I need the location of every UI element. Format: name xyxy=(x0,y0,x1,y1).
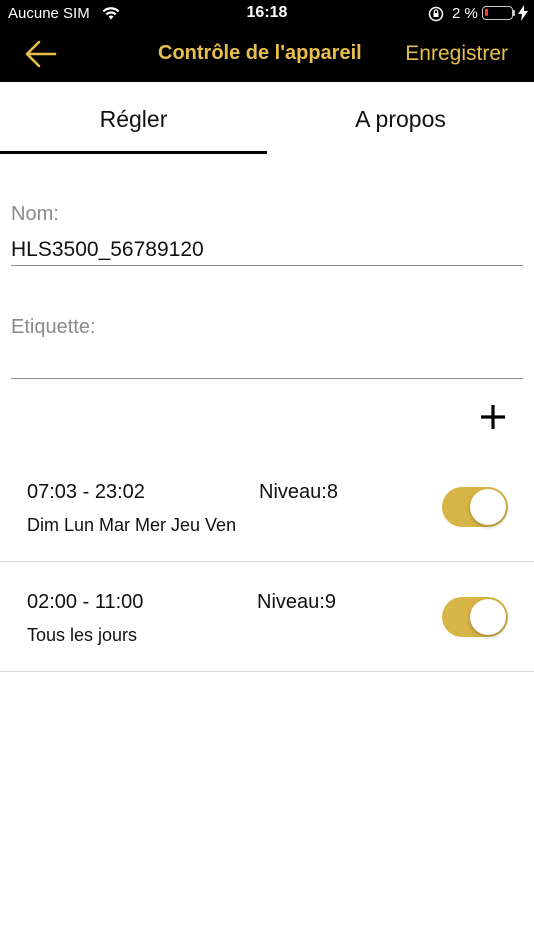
battery-icon xyxy=(482,6,513,20)
name-field[interactable]: HLS3500_56789120 xyxy=(11,238,204,262)
add-schedule-button[interactable] xyxy=(478,402,508,432)
schedule-level: Niveau:9 xyxy=(257,591,336,613)
toggle-knob xyxy=(470,599,506,635)
navigation-bar: Contrôle de l'appareil Enregistrer xyxy=(0,28,534,82)
battery-percent: 2 % xyxy=(452,5,478,22)
charging-bolt-icon xyxy=(518,5,528,21)
name-field-underline xyxy=(11,265,523,266)
back-arrow-icon[interactable] xyxy=(24,38,58,70)
schedule-days: Tous les jours xyxy=(27,625,138,645)
tag-label: Etiquette: xyxy=(11,316,96,338)
tab-bar: Régler A propos xyxy=(0,82,534,156)
active-tab-indicator xyxy=(0,151,267,154)
top-bar: Aucune SIM 16:18 2 % Contrôle de l'appar… xyxy=(0,0,534,82)
name-label: Nom: xyxy=(11,203,59,225)
status-bar: Aucune SIM 16:18 2 % xyxy=(0,0,534,28)
tab-regler[interactable]: Régler xyxy=(0,82,267,156)
save-button[interactable]: Enregistrer xyxy=(405,42,508,66)
tag-field[interactable] xyxy=(11,350,523,376)
schedule-toggle[interactable] xyxy=(442,597,508,637)
page-title: Contrôle de l'appareil xyxy=(158,42,362,64)
schedule-item[interactable]: 07:03 - 23:02 Niveau:8 Dim Lun Mar Mer J… xyxy=(0,451,534,562)
schedule-time-range: 07:03 - 23:02 xyxy=(27,481,145,503)
schedule-time-range: 02:00 - 11:00 xyxy=(27,591,144,613)
tab-a-propos[interactable]: A propos xyxy=(267,82,534,156)
schedule-level: Niveau:8 xyxy=(259,481,338,503)
schedule-item[interactable]: 02:00 - 11:00 Niveau:9 Tous les jours xyxy=(0,561,534,672)
schedule-days: Dim Lun Mar Mer Jeu Ven xyxy=(27,515,237,535)
battery-tip xyxy=(513,10,515,16)
rotation-lock-icon xyxy=(428,6,444,22)
toggle-knob xyxy=(470,489,506,525)
schedule-toggle[interactable] xyxy=(442,487,508,527)
tag-field-underline xyxy=(11,378,523,379)
